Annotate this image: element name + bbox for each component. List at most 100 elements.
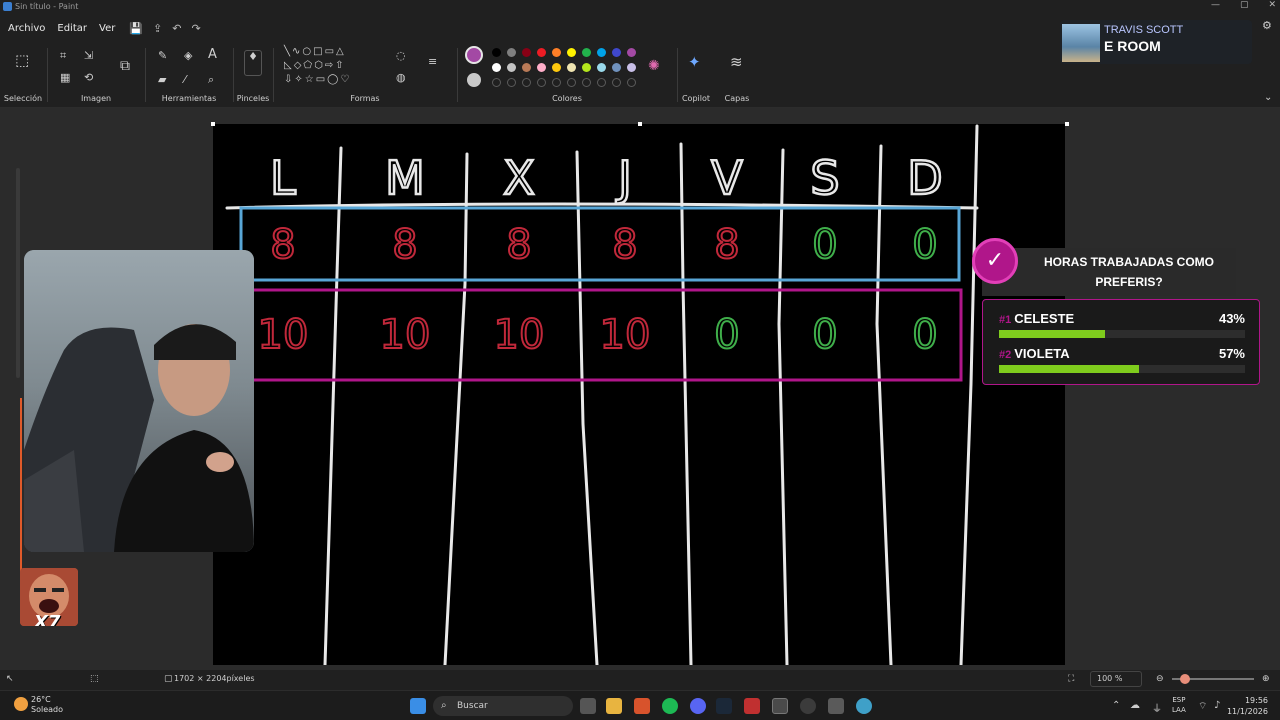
shapes-gallery-row2[interactable]: ◺◇⬠⬡⇨⇧	[284, 60, 346, 72]
rotate-icon[interactable]: ⟲	[84, 72, 93, 84]
color-swatch[interactable]	[627, 63, 636, 72]
app-icon[interactable]	[744, 698, 760, 714]
color-swatch[interactable]	[597, 63, 606, 72]
fill-bucket-icon[interactable]: ◈	[184, 50, 192, 62]
custom-color-slot[interactable]	[582, 78, 591, 87]
fill-icon[interactable]: ◍	[396, 72, 406, 84]
brush-icon[interactable]: ♦	[244, 50, 262, 76]
redo-icon[interactable]: ↷	[191, 22, 200, 35]
color-swatch[interactable]	[492, 63, 501, 72]
minimize-button[interactable]: —	[1211, 0, 1220, 10]
outline-icon[interactable]: ◌	[396, 50, 406, 62]
color-swatch[interactable]	[627, 48, 636, 57]
color-swatch[interactable]	[522, 48, 531, 57]
color-swatch[interactable]	[612, 63, 621, 72]
weather-desc: Soleado	[31, 705, 63, 714]
save-icon[interactable]: 💾	[129, 22, 143, 35]
custom-color-slot[interactable]	[537, 78, 546, 87]
custom-color-slot[interactable]	[507, 78, 516, 87]
weather-temp: 26°C	[31, 695, 51, 704]
volume-icon[interactable]: ♪	[1214, 700, 1220, 711]
zoom-out-icon[interactable]: ⊖	[1156, 673, 1164, 685]
maximize-button[interactable]: ▢	[1240, 0, 1249, 10]
close-button[interactable]: ✕	[1268, 0, 1276, 10]
color-swatch[interactable]	[552, 63, 561, 72]
color-swatch[interactable]	[537, 63, 546, 72]
active-color-2[interactable]	[467, 73, 481, 87]
shapes-gallery[interactable]: ╲∿○□▭△	[284, 46, 346, 58]
menu-editar[interactable]: Editar	[57, 23, 87, 34]
network-app-icon[interactable]	[856, 698, 872, 714]
zoom-slider-knob[interactable]	[1180, 674, 1190, 684]
resize-icon[interactable]: ⇲	[84, 50, 93, 62]
task-view-icon[interactable]	[580, 698, 596, 714]
menu-archivo[interactable]: Archivo	[8, 23, 45, 34]
select-rectangle-icon[interactable]: ⬚	[15, 53, 29, 68]
fit-window-icon[interactable]: ⛶	[1068, 673, 1074, 685]
color-swatch[interactable]	[612, 48, 621, 57]
settings-gear-icon[interactable]: ⚙	[1262, 20, 1272, 32]
color-swatch[interactable]	[522, 63, 531, 72]
spotify-icon[interactable]	[662, 698, 678, 714]
color-swatch[interactable]	[582, 48, 591, 57]
color-swatch[interactable]	[567, 48, 576, 57]
shapes-gallery-row3[interactable]: ⇩✧☆▭◯♡	[284, 74, 351, 86]
discord-icon[interactable]	[690, 698, 706, 714]
brave-browser-icon[interactable]	[634, 698, 650, 714]
custom-color-slot[interactable]	[627, 78, 636, 87]
webcam-person	[24, 324, 254, 552]
tray-usb-icon[interactable]: ⏚	[1152, 700, 1162, 715]
color-swatch[interactable]	[507, 48, 516, 57]
custom-color-slot[interactable]	[612, 78, 621, 87]
zoom-in-icon[interactable]: ⊕	[1262, 673, 1270, 685]
pencil-icon[interactable]: ✎	[158, 50, 167, 62]
color-swatch[interactable]	[597, 48, 606, 57]
remove-background-icon[interactable]: ⧉	[120, 59, 130, 73]
custom-color-slot[interactable]	[492, 78, 501, 87]
paint-taskbar-icon[interactable]	[772, 698, 788, 714]
menu-ver[interactable]: Ver	[99, 23, 115, 34]
custom-color-slot[interactable]	[522, 78, 531, 87]
shape-size-icon[interactable]: ≡	[428, 56, 437, 68]
drawing-canvas[interactable]: L M X J V S D 8 8 8 8 8 0 0 10 10 10 10 0 0 0	[213, 124, 1065, 665]
copilot-icon[interactable]: ✦	[688, 55, 701, 70]
undo-icon[interactable]: ↶	[172, 22, 181, 35]
resize-handle[interactable]	[1065, 122, 1069, 126]
steam-icon[interactable]	[716, 698, 732, 714]
color-swatch[interactable]	[582, 63, 591, 72]
tray-cloud-icon[interactable]: ☁	[1130, 700, 1140, 711]
resize-handle[interactable]	[211, 122, 215, 126]
custom-color-slot[interactable]	[597, 78, 606, 87]
left-slider[interactable]	[16, 168, 20, 378]
zoom-dropdown[interactable]: 100 % ⌄	[1090, 671, 1142, 697]
poll-option-number: #1	[999, 314, 1012, 326]
color-picker-icon[interactable]: ⁄	[184, 74, 186, 86]
collapse-ribbon-icon[interactable]: ⌄	[1264, 92, 1272, 104]
color-wheel-icon[interactable]: ✺	[648, 59, 660, 73]
custom-color-slot[interactable]	[552, 78, 561, 87]
system-clock[interactable]: 19:56 11/1/2026	[1227, 695, 1268, 717]
magnifier-icon[interactable]: ⌕	[208, 74, 214, 86]
taskbar-search[interactable]: ⌕ Buscar	[433, 696, 573, 716]
image-select-icon[interactable]: ▦	[60, 72, 70, 84]
file-explorer-icon[interactable]	[606, 698, 622, 714]
wifi-icon[interactable]: ⌔	[1198, 700, 1207, 713]
color-swatch[interactable]	[492, 48, 501, 57]
color-swatch[interactable]	[567, 63, 576, 72]
resize-handle[interactable]	[638, 122, 642, 126]
color-swatch[interactable]	[537, 48, 546, 57]
color-swatch[interactable]	[552, 48, 561, 57]
language-indicator[interactable]: ESP LAA	[1172, 695, 1186, 715]
color-swatch[interactable]	[507, 63, 516, 72]
calculator-icon[interactable]	[828, 698, 844, 714]
active-color-1[interactable]	[465, 46, 483, 64]
tray-chevron-icon[interactable]: ⌃	[1112, 700, 1120, 711]
windows-start-icon[interactable]	[410, 698, 426, 714]
crop-icon[interactable]: ⌗	[60, 50, 66, 62]
text-tool-icon[interactable]: A	[208, 48, 217, 61]
obs-icon[interactable]	[800, 698, 816, 714]
eraser-icon[interactable]: ▰	[158, 74, 166, 86]
layers-icon[interactable]: ≋	[730, 55, 743, 70]
custom-color-slot[interactable]	[567, 78, 576, 87]
share-icon[interactable]: ⇪	[153, 22, 162, 35]
